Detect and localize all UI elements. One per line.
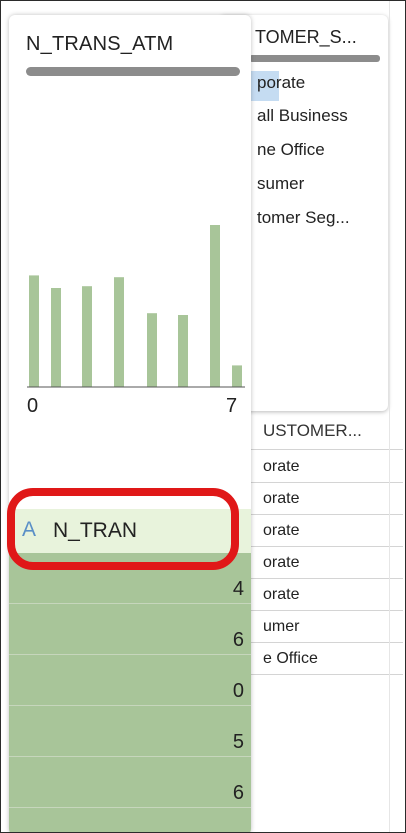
row-divider	[251, 546, 403, 547]
histogram-bar[interactable]	[147, 313, 157, 387]
x-axis-max-label: 7	[226, 395, 238, 417]
segment-item[interactable]: tomer Seg...	[257, 208, 350, 228]
row-divider	[251, 610, 403, 611]
value-column: 4 6 0 5 6 7	[9, 553, 251, 832]
grid-vertical-line	[389, 1, 390, 832]
value-cell[interactable]: 7	[9, 808, 251, 832]
value-text: 5	[232, 731, 244, 753]
histogram-bar[interactable]	[29, 275, 39, 387]
row-divider	[251, 642, 403, 643]
histogram-bar[interactable]	[114, 277, 124, 387]
segment-item[interactable]: sumer	[257, 174, 304, 194]
table-cell[interactable]: orate	[263, 586, 299, 604]
histogram-bar[interactable]	[210, 225, 220, 387]
histogram-bar[interactable]	[178, 315, 188, 387]
segment-panel-title: TOMER_S...	[255, 27, 357, 47]
screenshot-frame: TOMER_S... porate all Business ne Office…	[0, 0, 406, 833]
value-cell[interactable]: 5	[9, 706, 251, 757]
column-header[interactable]: USTOMER...	[251, 414, 401, 448]
segment-item[interactable]: ne Office	[257, 140, 325, 160]
value-text: 0	[232, 680, 244, 702]
distribution-histogram	[27, 225, 245, 388]
segment-item[interactable]: all Business	[257, 106, 348, 126]
value-cell[interactable]: 6	[9, 757, 251, 808]
value-text: 6	[232, 782, 244, 804]
annotation-highlight-ring	[7, 488, 239, 570]
table-cell[interactable]: orate	[263, 490, 299, 508]
row-divider	[251, 449, 403, 450]
row-divider	[251, 482, 403, 483]
table-cell[interactable]: e Office	[263, 650, 318, 668]
table-cell[interactable]: orate	[263, 522, 299, 540]
x-axis-min-label: 0	[27, 395, 39, 417]
table-cell[interactable]: umer	[263, 618, 299, 636]
table-cell[interactable]: orate	[263, 458, 299, 476]
table-cell[interactable]: orate	[263, 554, 299, 572]
value-cell[interactable]: 6	[9, 604, 251, 655]
value-text: 6	[232, 629, 244, 651]
segment-item[interactable]: porate	[257, 73, 305, 93]
segment-summary-bar	[249, 55, 380, 62]
histogram-bar[interactable]	[51, 288, 61, 387]
row-divider	[251, 578, 403, 579]
row-divider	[251, 674, 403, 675]
value-cell[interactable]: 0	[9, 655, 251, 706]
histogram-bar[interactable]	[232, 365, 242, 387]
row-divider	[251, 514, 403, 515]
histogram-bar[interactable]	[82, 286, 92, 387]
field-summary-panel: N_TRANS_ATM 0 7 A 4 6 0 5 6 7	[9, 15, 251, 832]
value-text: 4	[232, 578, 244, 600]
